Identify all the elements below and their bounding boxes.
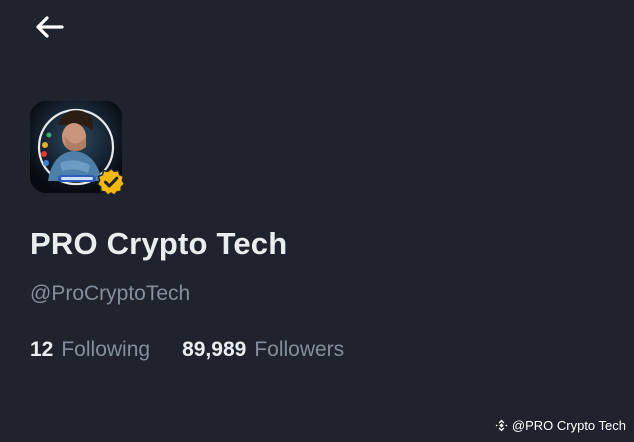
following-count: 12 [30,338,54,361]
avatar-container[interactable] [30,101,126,197]
display-name: PRO Crypto Tech [30,226,288,261]
following-link[interactable]: 12 Following [30,338,150,362]
followers-label: Followers [254,338,345,361]
verified-check-icon [96,167,126,197]
back-button[interactable] [30,12,68,42]
watermark-text: @PRO Crypto Tech [511,418,626,433]
followers-link[interactable]: 89,989 Followers [182,338,344,362]
followers-count: 89,989 [182,338,247,361]
binance-logo-icon [495,419,508,432]
follow-stats: 12 Following 89,989 Followers [30,338,344,362]
user-handle: @ProCryptoTech [30,282,191,305]
arrow-left-icon [36,16,64,38]
following-label: Following [61,338,151,361]
watermark: @PRO Crypto Tech [495,418,626,433]
